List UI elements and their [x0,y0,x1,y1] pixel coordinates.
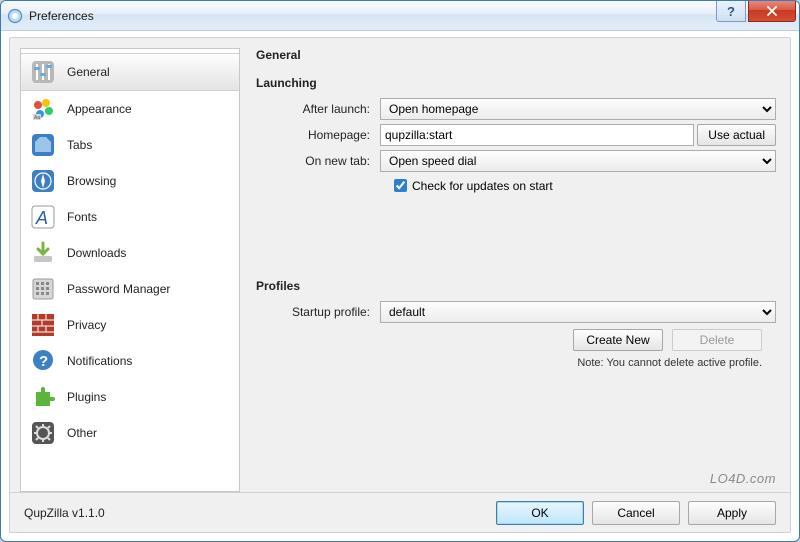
homepage-input[interactable] [380,124,694,146]
download-icon [29,239,57,267]
profile-note: Note: You cannot delete active profile. [256,357,762,369]
homepage-label: Homepage: [284,128,380,142]
sidebar-item-label: Appearance [67,102,132,116]
sidebar-item-fonts[interactable]: A Fonts [21,199,239,235]
compass-icon [29,167,57,195]
client-area: General Aa Appearance Tabs Browsing A Fo… [9,37,791,533]
font-icon: A [29,203,57,231]
ok-button[interactable]: OK [496,501,584,525]
keypad-icon [29,275,57,303]
tabs-icon [29,131,57,159]
sidebar-item-label: Fonts [67,210,97,224]
sidebar-item-label: General [67,65,110,79]
page-heading: General [256,48,776,62]
sidebar: General Aa Appearance Tabs Browsing A Fo… [20,48,240,492]
apply-button[interactable]: Apply [688,501,776,525]
check-updates-checkbox[interactable] [394,179,407,192]
sidebar-item-label: Other [67,426,97,440]
on-new-tab-label: On new tab: [284,154,380,168]
sidebar-item-privacy[interactable]: Privacy [21,307,239,343]
after-launch-label: After launch: [284,102,380,116]
on-new-tab-select[interactable]: Open speed dial [380,150,776,172]
launching-heading: Launching [256,76,776,90]
sidebar-item-label: Tabs [67,138,92,152]
dialog-footer: QupZilla v1.1.0 OK Cancel Apply [10,492,790,532]
sidebar-item-other[interactable]: Other [21,415,239,451]
create-new-button[interactable]: Create New [573,329,663,351]
window-title: Preferences [29,9,94,23]
titlebar[interactable]: Preferences ? [1,1,799,31]
sidebar-item-label: Browsing [67,174,116,188]
sidebar-item-label: Downloads [67,246,126,260]
svg-text:A: A [35,208,48,228]
sidebar-item-password-manager[interactable]: Password Manager [21,271,239,307]
svg-text:Aa: Aa [34,115,40,121]
question-bubble-icon: ? [29,347,57,375]
close-button[interactable] [748,1,796,22]
sidebar-item-plugins[interactable]: Plugins [21,379,239,415]
delete-button: Delete [672,329,762,351]
cancel-button[interactable]: Cancel [592,501,680,525]
version-label: QupZilla v1.1.0 [24,506,105,520]
use-actual-button[interactable]: Use actual [697,124,776,146]
preferences-window: Preferences ? General Aa Appearance [0,0,800,542]
app-icon [7,8,23,24]
brick-wall-icon [29,311,57,339]
sidebar-item-notifications[interactable]: ? Notifications [21,343,239,379]
palette-icon: Aa [29,95,57,123]
profiles-heading: Profiles [256,279,776,293]
sidebar-item-tabs[interactable]: Tabs [21,127,239,163]
sidebar-item-label: Plugins [67,390,106,404]
puzzle-icon [29,383,57,411]
sidebar-item-general[interactable]: General [21,53,239,91]
sidebar-item-label: Password Manager [67,282,170,296]
sliders-icon [29,58,57,86]
help-button[interactable]: ? [716,1,746,22]
sidebar-item-appearance[interactable]: Aa Appearance [21,91,239,127]
sidebar-item-browsing[interactable]: Browsing [21,163,239,199]
svg-text:?: ? [39,353,48,370]
sidebar-item-label: Privacy [67,318,106,332]
after-launch-select[interactable]: Open homepage [380,98,776,120]
check-updates-label: Check for updates on start [412,179,553,193]
sidebar-item-downloads[interactable]: Downloads [21,235,239,271]
main-panel: General Launching After launch: Open hom… [240,38,790,492]
startup-profile-select[interactable]: default [380,301,776,323]
sidebar-item-label: Notifications [67,354,132,368]
startup-profile-label: Startup profile: [284,305,380,319]
gear-icon [29,419,57,447]
